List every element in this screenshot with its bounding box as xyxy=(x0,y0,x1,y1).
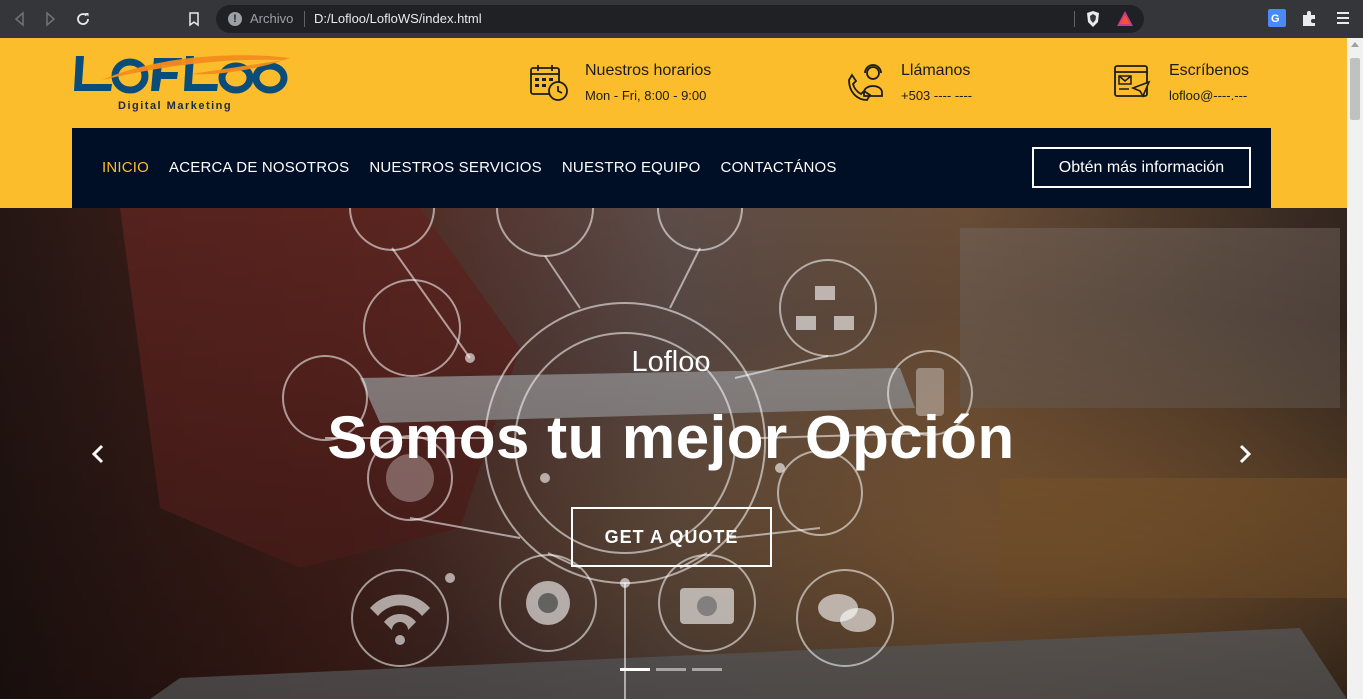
svg-text:G: G xyxy=(1271,13,1280,25)
translate-extension-icon[interactable]: G xyxy=(1268,9,1286,27)
phone-value[interactable]: +503 ---- ---- xyxy=(901,88,972,103)
hero-title: Somos tu mejor Opción xyxy=(327,404,1015,471)
rewards-icon[interactable] xyxy=(1116,10,1134,28)
web-page: Digital Marketing Nuestros horarios Mon … xyxy=(0,38,1347,699)
url-text[interactable]: D:/Lofloo/LofloWS/index.html xyxy=(314,11,482,26)
hours-title: Nuestros horarios xyxy=(585,62,712,79)
omnibox-divider xyxy=(1074,11,1075,27)
carousel-indicator-1[interactable] xyxy=(620,668,650,671)
hero-eyebrow: Lofloo xyxy=(631,346,711,378)
email-info: Escríbenos lofloo@----.--- xyxy=(1113,60,1293,110)
protocol-label: Archivo xyxy=(250,11,294,26)
lofloo-logo[interactable]: Digital Marketing xyxy=(72,50,292,116)
carousel-prev-icon[interactable] xyxy=(88,442,108,466)
forward-icon[interactable] xyxy=(38,7,62,31)
carousel-next-icon[interactable] xyxy=(1235,442,1255,466)
menu-icon[interactable] xyxy=(1334,9,1352,27)
hours-info: Nuestros horarios Mon - Fri, 8:00 - 9:00 xyxy=(529,60,749,110)
email-title: Escríbenos xyxy=(1169,62,1250,79)
nav-links: INICIO ACERCA DE NOSOTROS NUESTROS SERVI… xyxy=(102,159,837,176)
hours-value: Mon - Fri, 8:00 - 9:00 xyxy=(585,88,707,103)
brave-shield-icon[interactable] xyxy=(1084,10,1102,28)
extensions-icon[interactable] xyxy=(1300,9,1318,27)
calendar-clock-icon xyxy=(530,65,568,101)
browser-toolbar: ! Archivo D:/Lofloo/LofloWS/index.html G xyxy=(0,0,1363,38)
scroll-up-icon[interactable] xyxy=(1351,42,1359,47)
page-scrollbar[interactable] xyxy=(1347,38,1363,699)
logo-subtitle: Digital Marketing xyxy=(118,100,233,112)
phone-info: Llámanos +503 ---- ---- xyxy=(845,60,1045,110)
carousel-indicators xyxy=(620,668,722,671)
back-icon[interactable] xyxy=(8,7,32,31)
nav-item-inicio[interactable]: INICIO xyxy=(102,159,149,176)
omnibox-divider xyxy=(304,11,305,27)
info-icon[interactable]: ! xyxy=(228,12,242,26)
nav-item-servicios[interactable]: NUESTROS SERVICIOS xyxy=(369,159,542,176)
carousel-indicator-2[interactable] xyxy=(656,668,686,671)
carousel-indicator-3[interactable] xyxy=(692,668,722,671)
nav-item-contacto[interactable]: CONTACTÁNOS xyxy=(721,159,837,176)
bookmark-icon[interactable] xyxy=(182,7,206,31)
scroll-thumb[interactable] xyxy=(1350,58,1360,120)
reload-icon[interactable] xyxy=(71,7,95,31)
phone-support-icon xyxy=(848,64,883,101)
address-bar[interactable]: ! Archivo D:/Lofloo/LofloWS/index.html xyxy=(216,5,1144,33)
nav-item-acerca[interactable]: ACERCA DE NOSOTROS xyxy=(169,159,349,176)
main-navbar: INICIO ACERCA DE NOSOTROS NUESTROS SERVI… xyxy=(72,128,1271,208)
phone-title: Llámanos xyxy=(901,62,971,79)
email-icon xyxy=(1114,65,1151,98)
hero-carousel: Lofloo Somos tu mejor Opción GET A QUOTE xyxy=(0,208,1347,699)
email-value[interactable]: lofloo@----.--- xyxy=(1169,88,1247,103)
logo-mark xyxy=(74,55,290,94)
get-quote-button[interactable]: GET A QUOTE xyxy=(571,507,772,567)
more-info-button[interactable]: Obtén más información xyxy=(1032,147,1251,188)
nav-item-equipo[interactable]: NUESTRO EQUIPO xyxy=(562,159,701,176)
